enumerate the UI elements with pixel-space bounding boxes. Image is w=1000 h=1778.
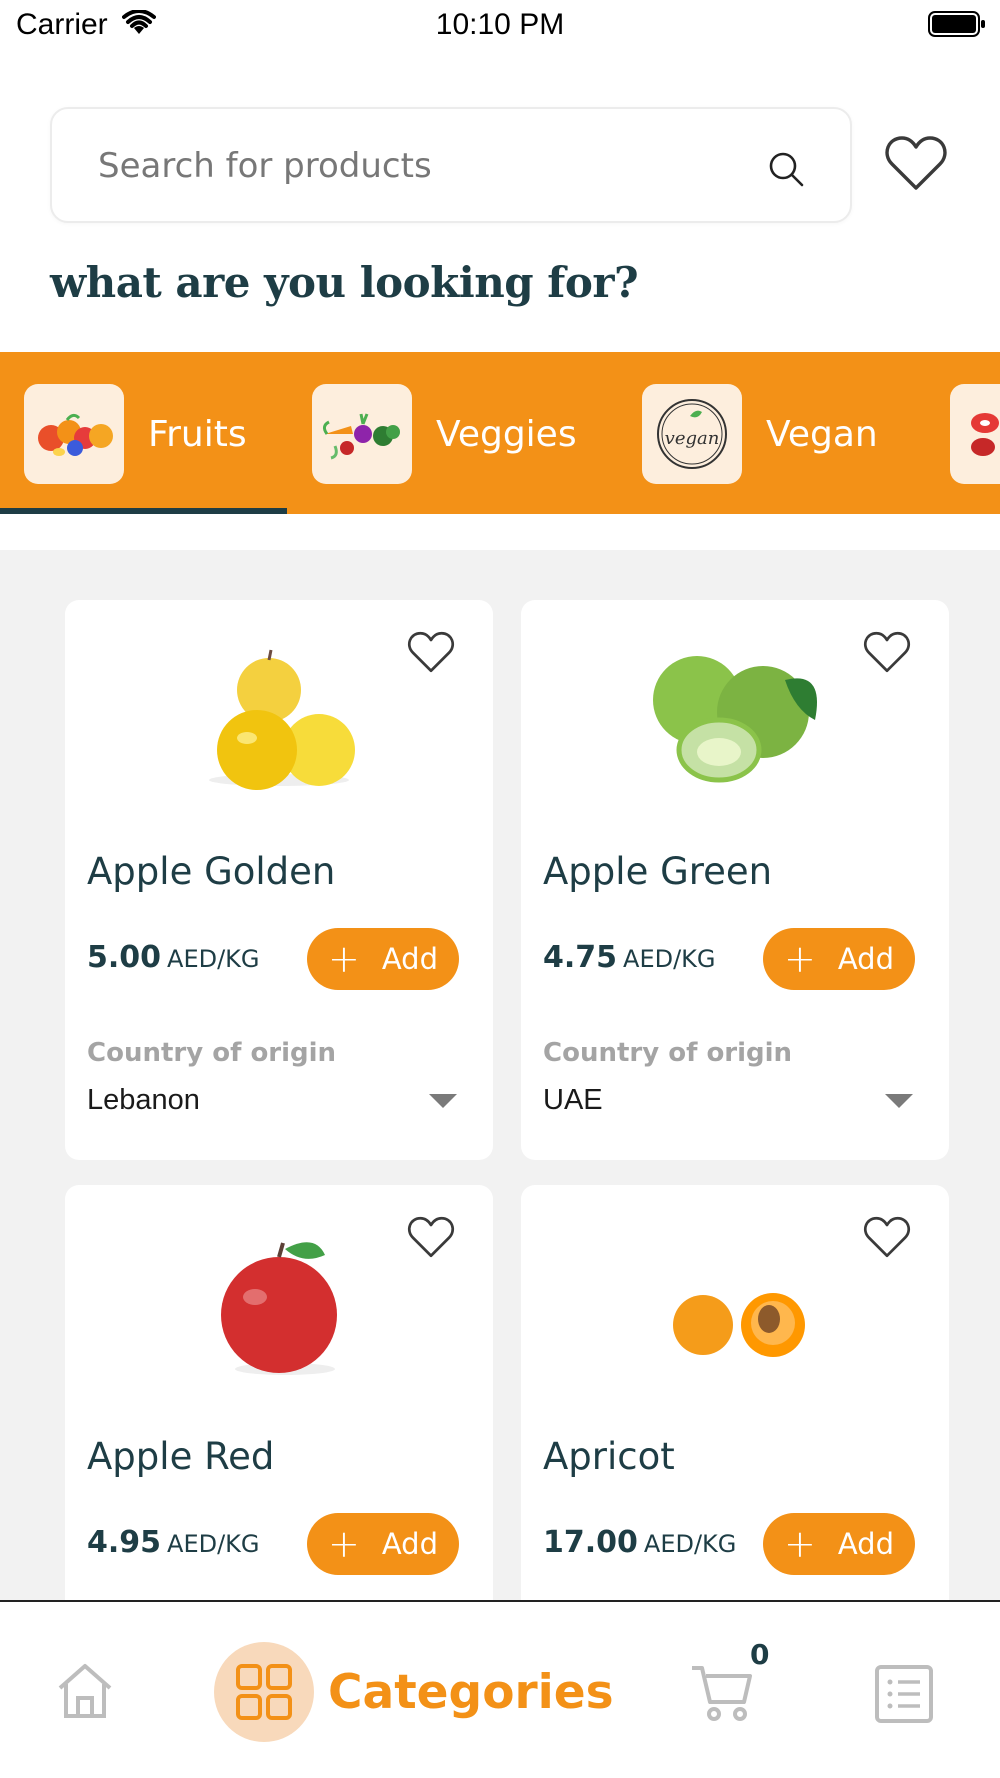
search-box[interactable] bbox=[50, 107, 852, 223]
status-time: 10:10 PM bbox=[435, 8, 565, 41]
category-tab-fruits[interactable]: Fruits bbox=[24, 384, 247, 484]
svg-text:vegan: vegan bbox=[665, 428, 720, 449]
home-icon[interactable] bbox=[54, 1660, 116, 1722]
product-name: Apple Green bbox=[543, 850, 773, 893]
apple-green-image bbox=[653, 656, 817, 783]
category-label-vegan: Vegan bbox=[766, 413, 878, 455]
origin-label: Country of origin bbox=[543, 1038, 793, 1068]
product-name: Apricot bbox=[543, 1435, 675, 1478]
product-grid: Apple Golden 5.00 AED/KG + Add Country of … bbox=[0, 550, 1000, 1685]
fruits-illustration bbox=[24, 384, 124, 484]
page-title: what are you looking for? bbox=[50, 258, 639, 307]
category-tab-meat[interactable] bbox=[950, 384, 1000, 484]
product-name: Apple Golden bbox=[87, 850, 336, 893]
add-to-cart-button[interactable]: + Add bbox=[763, 1513, 915, 1575]
cart-count-badge: 0 bbox=[750, 1638, 770, 1671]
product-price: 4.75 AED/KG bbox=[543, 940, 716, 975]
category-tab-veggies[interactable]: Veggies bbox=[312, 384, 577, 484]
product-price: 5.00 AED/KG bbox=[87, 940, 260, 975]
orders-list-icon[interactable] bbox=[874, 1664, 934, 1724]
search-input[interactable] bbox=[98, 133, 758, 199]
apple-golden-image bbox=[209, 649, 355, 790]
category-label-fruits: Fruits bbox=[148, 413, 247, 455]
favorite-heart-icon[interactable] bbox=[407, 1215, 455, 1259]
product-card[interactable]: Apple Green 4.75 AED/KG + Add Country of o… bbox=[521, 600, 949, 1160]
favorite-heart-icon[interactable] bbox=[863, 1215, 911, 1259]
meat-illustration bbox=[950, 384, 1000, 484]
plus-icon: + bbox=[784, 937, 816, 981]
add-to-cart-button[interactable]: + Add bbox=[307, 1513, 459, 1575]
product-name: Apple Red bbox=[87, 1435, 275, 1478]
bottom-tab-bar: Categories 0 bbox=[0, 1600, 1000, 1778]
product-price: 17.00 AED/KG bbox=[543, 1525, 737, 1560]
categories-icon bbox=[214, 1642, 314, 1742]
category-strip: Fruits Veggies vegan Vegan bbox=[0, 352, 1000, 514]
category-label-veggies: Veggies bbox=[436, 413, 577, 455]
origin-dropdown[interactable]: UAE bbox=[543, 1080, 913, 1124]
add-to-cart-button[interactable]: + Add bbox=[763, 928, 915, 990]
apricot-image bbox=[673, 1293, 805, 1357]
category-selected-indicator bbox=[0, 508, 287, 514]
vegan-badge: vegan bbox=[642, 384, 742, 484]
favorite-heart-icon[interactable] bbox=[863, 630, 911, 674]
plus-icon: + bbox=[328, 937, 360, 981]
add-to-cart-button[interactable]: + Add bbox=[307, 928, 459, 990]
origin-label: Country of origin bbox=[87, 1038, 337, 1068]
tab-categories-label: Categories bbox=[328, 1664, 614, 1720]
favorite-heart-icon[interactable] bbox=[407, 630, 455, 674]
product-card[interactable]: Apple Golden 5.00 AED/KG + Add Country of … bbox=[65, 600, 493, 1160]
search-icon[interactable] bbox=[766, 149, 806, 189]
caret-down-icon bbox=[429, 1094, 457, 1108]
origin-value: Lebanon bbox=[87, 1084, 200, 1116]
tab-categories[interactable]: Categories bbox=[214, 1642, 614, 1742]
apple-red-image bbox=[221, 1242, 337, 1375]
caret-down-icon bbox=[885, 1094, 913, 1108]
plus-icon: + bbox=[328, 1522, 360, 1566]
status-bar: Carrier 10:10 PM bbox=[0, 0, 1000, 50]
category-tab-vegan[interactable]: vegan Vegan bbox=[642, 384, 878, 484]
origin-value: UAE bbox=[543, 1084, 603, 1116]
plus-icon: + bbox=[784, 1522, 816, 1566]
cart-icon[interactable] bbox=[690, 1662, 754, 1722]
wishlist-heart-icon[interactable] bbox=[884, 134, 948, 192]
product-price: 4.95 AED/KG bbox=[87, 1525, 260, 1560]
origin-dropdown[interactable]: Lebanon bbox=[87, 1080, 457, 1124]
battery-icon bbox=[928, 11, 985, 37]
veggies-illustration bbox=[312, 384, 412, 484]
